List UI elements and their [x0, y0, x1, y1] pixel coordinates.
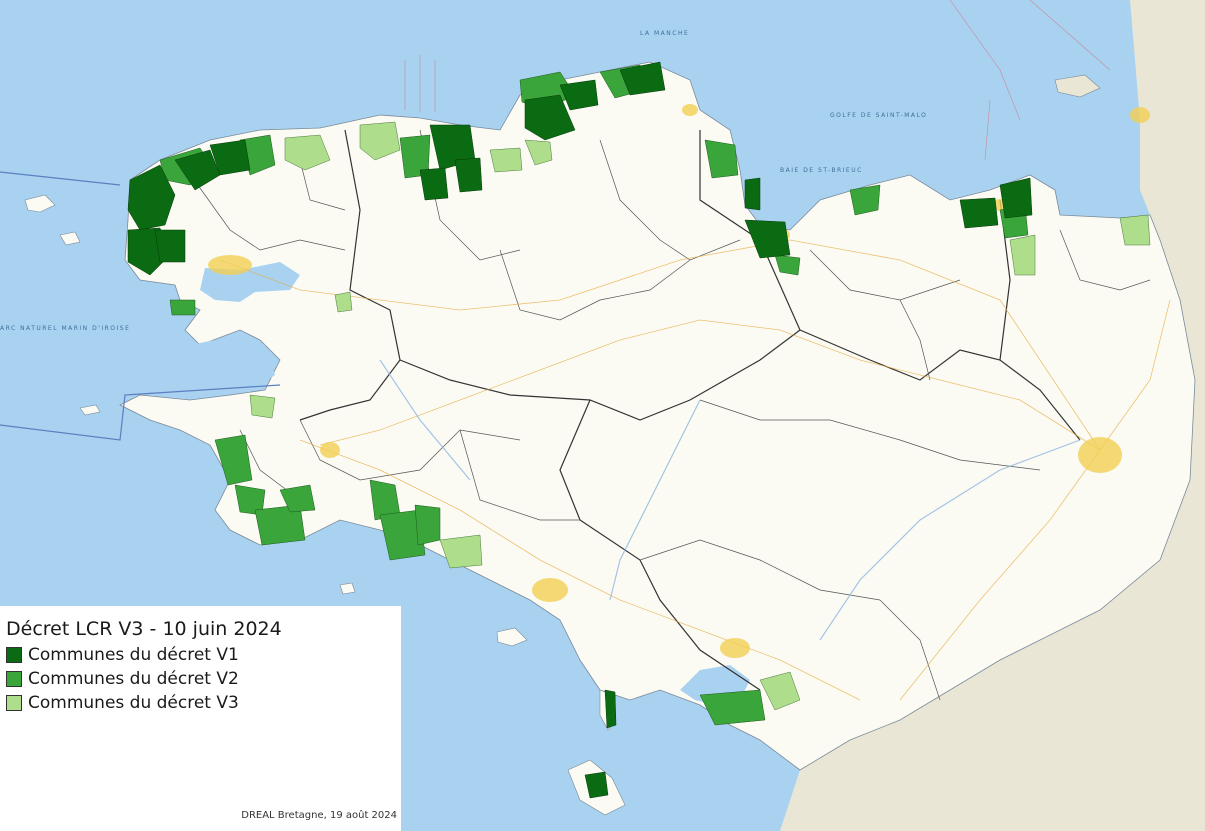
sea-label-golfe-de-saint-malo: GOLFE DE SAINT-MALO	[830, 112, 927, 119]
legend-label-v2: Communes du décret V2	[28, 669, 239, 689]
legend-title: Décret LCR V3 - 10 juin 2024	[6, 618, 282, 640]
sea-label-baie-de-saint-brieuc: BAIE DE ST-BRIEUC	[780, 167, 863, 174]
sea-label-la-manche: LA MANCHE	[640, 30, 689, 37]
iles-de-glenan	[339, 582, 356, 595]
legend-swatch-v3	[6, 695, 22, 711]
legend-swatch-v2	[6, 671, 22, 687]
legend-label-v3: Communes du décret V3	[28, 693, 239, 713]
sea-label-parc-marin: ARC NATUREL MARIN D'IROISE	[0, 325, 130, 332]
legend-item-v3: Communes du décret V3	[6, 692, 239, 714]
map-credit: DREAL Bretagne, 19 août 2024	[241, 810, 397, 821]
legend-item-v1: Communes du décret V1	[6, 644, 239, 666]
legend-swatch-v1	[6, 647, 22, 663]
legend-label-v1: Communes du décret V1	[28, 645, 239, 665]
legend-panel: Décret LCR V3 - 10 juin 2024 Communes du…	[0, 606, 401, 831]
legend-item-v2: Communes du décret V2	[6, 668, 239, 690]
